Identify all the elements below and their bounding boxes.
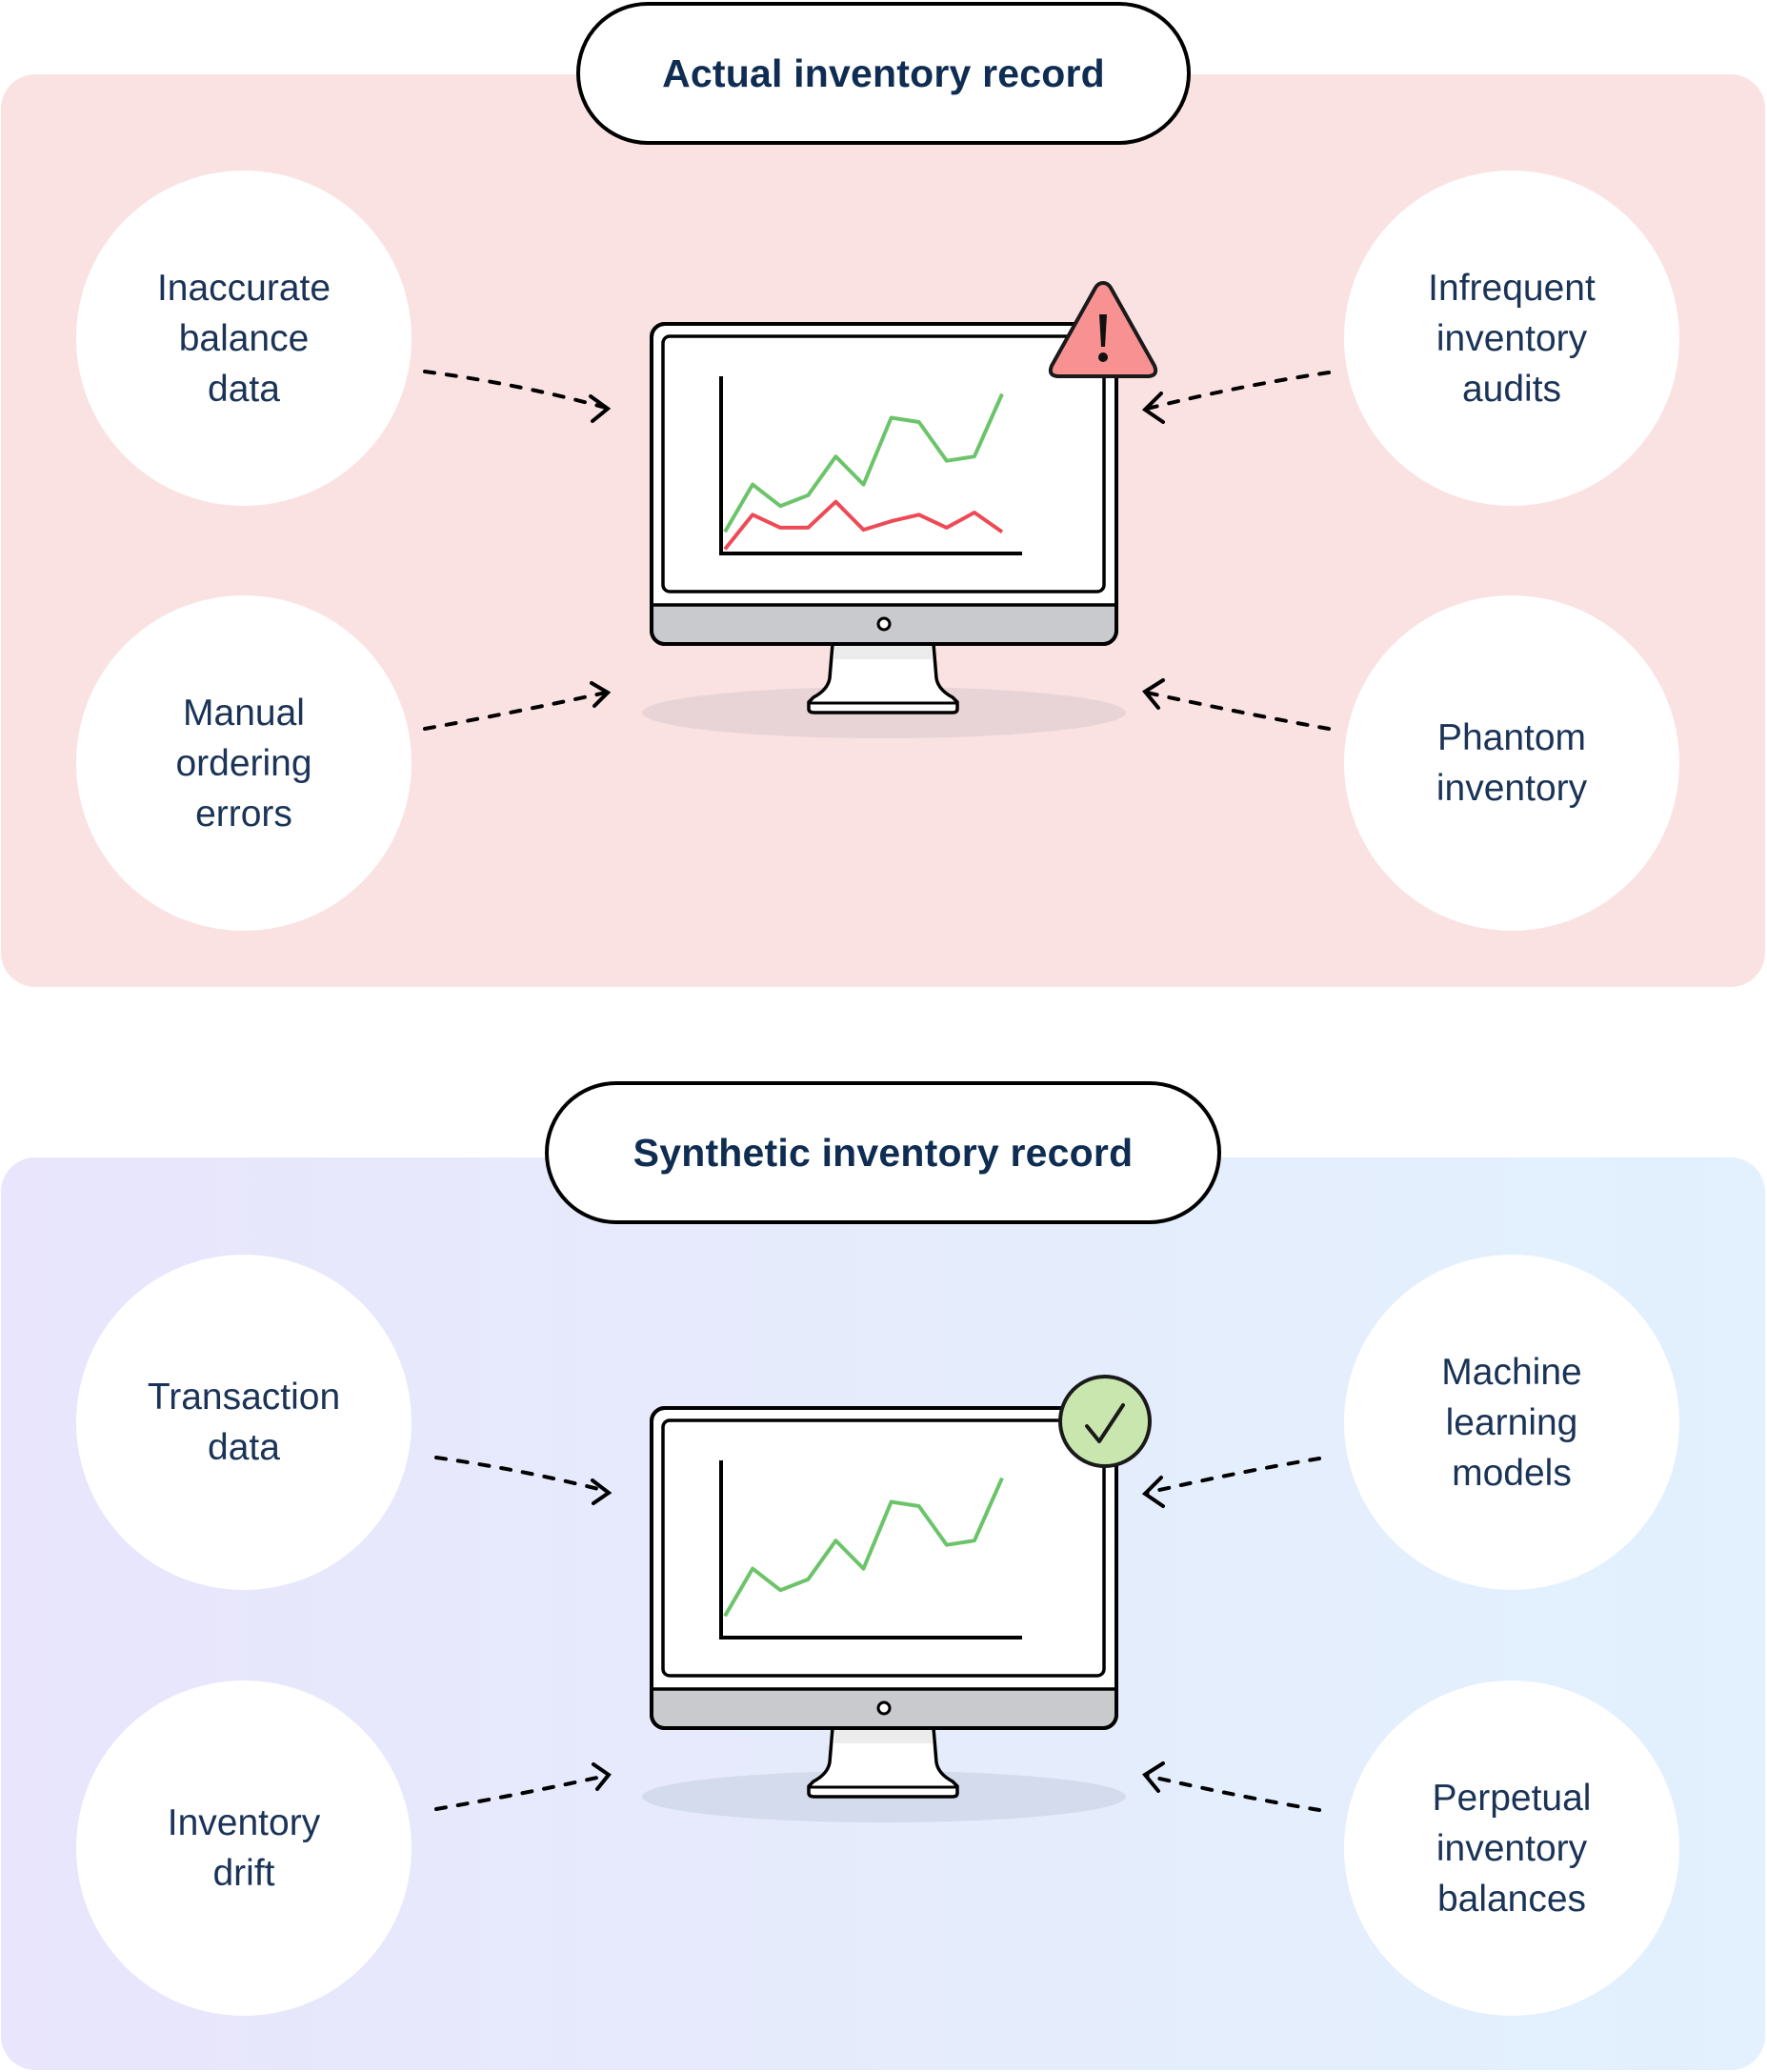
actual-record-title-pill: Actual inventory record (576, 2, 1191, 145)
factor-bubble-perpetual-inventory-balances: Perpetual inventory balances (1344, 1680, 1679, 2016)
factor-bubble-phantom-inventory: Phantom inventory (1344, 595, 1679, 931)
synthetic-record-title: Synthetic inventory record (633, 1130, 1134, 1175)
factor-bubble-inaccurate-balance-data: Inaccurate balance data (76, 171, 412, 506)
factor-label: Infrequent inventory audits (1428, 267, 1596, 410)
factor-label: Machine learning models (1441, 1351, 1582, 1494)
factor-bubble-transaction-data: Transaction data (76, 1255, 412, 1590)
actual-record-title: Actual inventory record (662, 50, 1105, 95)
factor-bubble-inventory-drift: Inventory drift (76, 1680, 412, 2016)
factor-bubble-machine-learning-models: Machine learning models (1344, 1255, 1679, 1590)
factor-label: Phantom inventory (1436, 717, 1588, 809)
factor-label: Inventory drift (167, 1802, 321, 1894)
factor-label: Manual ordering errors (175, 692, 312, 835)
factor-label: Inaccurate balance data (156, 267, 331, 410)
factor-label: Perpetual inventory balances (1432, 1777, 1592, 1920)
factor-bubble-infrequent-inventory-audits: Infrequent inventory audits (1344, 171, 1679, 506)
factor-label: Transaction data (147, 1377, 341, 1468)
factor-bubble-manual-ordering-errors: Manual ordering errors (76, 595, 412, 931)
synthetic-record-title-pill: Synthetic inventory record (545, 1081, 1221, 1224)
